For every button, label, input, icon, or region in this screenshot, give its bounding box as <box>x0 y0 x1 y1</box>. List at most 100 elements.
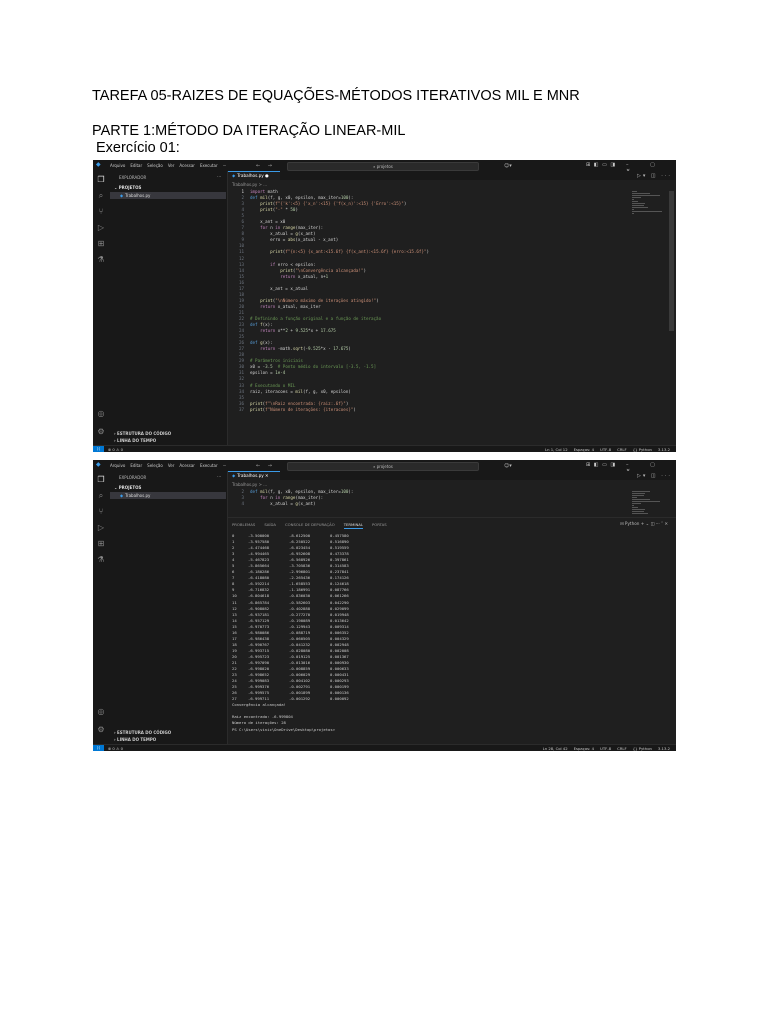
account-icon[interactable]: ◎ <box>96 707 106 717</box>
breadcrumb: Trabalhos.py > ... <box>232 482 268 487</box>
status-item[interactable]: CRLF <box>617 447 627 452</box>
status-item[interactable]: Espaços: 4 <box>574 447 594 452</box>
search-icon[interactable]: ⌕ <box>96 491 106 501</box>
minimap-line <box>632 201 639 202</box>
python-file-icon: ◆ <box>120 193 124 198</box>
code-text: print(f"Número de iterações: {iteracoes}… <box>250 406 356 412</box>
panel-tab[interactable]: SAÍDA <box>264 522 276 529</box>
menu-executar[interactable]: Executar <box>200 463 218 468</box>
copilot-icon[interactable]: ☺▾ <box>504 163 512 169</box>
editor-actions-icon[interactable]: ▷▾ ◫ ··· <box>637 473 672 479</box>
status-item[interactable]: UTF-8 <box>600 746 611 751</box>
source-control-icon[interactable]: ⑂ <box>96 207 106 217</box>
code-editor[interactable]: 1 import math 2 def mil(f, g, x0, epsilon, … <box>228 189 662 413</box>
menu-more[interactable]: ··· <box>223 163 227 168</box>
panel-tab[interactable]: PORTAS <box>372 522 387 529</box>
status-item[interactable]: CRLF <box>617 746 627 751</box>
menu-acessar[interactable]: Acessar <box>179 463 195 468</box>
panel-tab[interactable]: PROBLEMAS <box>232 522 255 529</box>
layout-controls-icon[interactable]: ⊞ ◧ ▭ ◨ <box>586 462 616 468</box>
project-folder[interactable]: ⌄ PROJETOS <box>114 185 141 190</box>
status-item[interactable]: UTF-8 <box>600 447 611 452</box>
terminal-cell: 0.000092 <box>330 696 349 702</box>
line-number: 37 <box>238 406 244 412</box>
source-control-icon[interactable]: ⑂ <box>96 507 106 517</box>
outline-section[interactable]: › ESTRUTURA DO CÓDIGO <box>114 730 171 735</box>
title-bar: ◆ Arquivo Editar Seleção Ver Acessar Exe… <box>93 460 676 474</box>
explorer-more-icon[interactable]: ··· <box>217 474 221 479</box>
run-debug-icon[interactable]: ▷ <box>96 523 106 533</box>
outline-section[interactable]: › ESTRUTURA DO CÓDIGO <box>114 431 171 436</box>
terminal-output[interactable]: 0 -3.500000 -8.612500 0.457580 1 -3.957580 -6.… <box>232 533 349 733</box>
status-item[interactable]: Ln 28, Col 42 <box>543 746 568 751</box>
settings-gear-icon[interactable]: ⚙ <box>96 427 106 437</box>
status-item[interactable]: {} Python <box>633 746 652 751</box>
activity-bar: ❐ ⌕ ⑂ ▷ ⊞ ⚗ ◎ ⚙ <box>93 471 109 745</box>
extensions-icon[interactable]: ⊞ <box>96 239 106 249</box>
timeline-section[interactable]: › LINHA DO TEMPO <box>114 438 156 443</box>
minimap-line <box>632 513 648 514</box>
copilot-icon[interactable]: ☺▾ <box>504 463 512 469</box>
status-item[interactable]: {} Python <box>633 447 652 452</box>
code-line[interactable]: 37 print(f"Número de iterações: {iteracoe… <box>228 407 662 413</box>
terminal-cell: -0.001292 <box>289 696 311 702</box>
timeline-section[interactable]: › LINHA DO TEMPO <box>114 737 156 742</box>
problems-status[interactable]: ⊗ 0 ⚠ 0 <box>108 746 123 751</box>
run-debug-icon[interactable]: ▷ <box>96 223 106 233</box>
command-center-search[interactable]: ⌕ projetos <box>287 462 479 471</box>
explorer-icon[interactable]: ❐ <box>96 175 106 185</box>
problems-status[interactable]: ⊗ 0 ⚠ 0 <box>108 447 123 452</box>
command-center-search[interactable]: ⌕ projetos <box>287 162 479 171</box>
editor-actions-icon[interactable]: ▷▾ ◫ ··· <box>637 173 672 179</box>
search-icon[interactable]: ⌕ <box>96 191 106 201</box>
status-item[interactable]: 3.13.2 <box>658 746 670 751</box>
explorer-more-icon[interactable]: ··· <box>217 174 221 179</box>
python-file-icon: ◆ <box>120 493 124 498</box>
menu-arquivo[interactable]: Arquivo <box>110 163 125 168</box>
editor-scrollbar[interactable] <box>669 191 674 331</box>
status-item[interactable]: Espaços: 4 <box>574 746 594 751</box>
panel-tab[interactable]: CONSOLE DE DEPURAÇÃO <box>285 522 335 529</box>
testing-icon[interactable]: ⚗ <box>96 255 106 265</box>
code-editor[interactable]: 2 def mil(f, g, x0, epsilon, max_iter=100… <box>228 489 662 507</box>
minimap-line <box>632 211 662 212</box>
panel-tab[interactable]: TERMINAL <box>343 522 364 529</box>
menu-editar[interactable]: Editar <box>130 163 142 168</box>
menu-ver[interactable]: Ver <box>168 163 175 168</box>
panel-actions[interactable]: ⊟ Python + ⌄ ◫ ··· ˄ ✕ <box>620 521 668 526</box>
status-item[interactable]: Ln 1, Col 12 <box>545 447 568 452</box>
menu-editar[interactable]: Editar <box>130 463 142 468</box>
explorer-sidebar: EXPLORADOR ··· ⌄ PROJETOS ◆ Trabalhos.py … <box>109 171 228 446</box>
vscode-screenshot-editor: ◆ Arquivo Editar Seleção Ver Acessar Exe… <box>93 160 676 452</box>
layout-controls-icon[interactable]: ⊞ ◧ ▭ ◨ <box>586 162 616 168</box>
remote-icon[interactable]: ⟩⟨ <box>93 446 104 452</box>
explorer-icon[interactable]: ❐ <box>96 475 106 485</box>
project-folder[interactable]: ⌄ PROJETOS <box>114 485 141 490</box>
vscode-logo-icon: ◆ <box>96 161 101 168</box>
file-item-trabalhos[interactable]: ◆ Trabalhos.py <box>110 192 226 199</box>
part-heading: PARTE 1:MÉTODO DA ITERAÇÃO LINEAR-MIL <box>92 123 406 139</box>
status-item[interactable]: 3.13.2 <box>658 447 670 452</box>
file-item-trabalhos[interactable]: ◆ Trabalhos.py <box>110 492 226 499</box>
menu-acessar[interactable]: Acessar <box>179 163 195 168</box>
extensions-icon[interactable]: ⊞ <box>96 539 106 549</box>
settings-gear-icon[interactable]: ⚙ <box>96 725 106 735</box>
menu-ver[interactable]: Ver <box>168 463 175 468</box>
nav-arrows-icon[interactable]: ← → <box>256 463 275 469</box>
remote-icon[interactable]: ⟩⟨ <box>93 745 104 751</box>
tab-trabalhos[interactable]: ◆ Trabalhos.py ✕ <box>228 471 280 480</box>
minimap[interactable] <box>632 191 662 217</box>
line-number: 4 <box>241 501 244 507</box>
menu-more[interactable]: ··· <box>223 463 227 468</box>
minimap[interactable] <box>632 491 662 517</box>
menu-selecao[interactable]: Seleção <box>147 163 163 168</box>
nav-arrows-icon[interactable]: ← → <box>256 163 275 169</box>
menu-selecao[interactable]: Seleção <box>147 463 163 468</box>
testing-icon[interactable]: ⚗ <box>96 555 106 565</box>
menu-arquivo[interactable]: Arquivo <box>110 463 125 468</box>
breadcrumb: Trabalhos.py > ... <box>232 182 268 187</box>
code-line[interactable]: 4 x_atual = g(x_ant) <box>228 501 662 507</box>
tab-trabalhos[interactable]: ◆ Trabalhos.py ● <box>228 171 280 180</box>
menu-executar[interactable]: Executar <box>200 163 218 168</box>
account-icon[interactable]: ◎ <box>96 409 106 419</box>
